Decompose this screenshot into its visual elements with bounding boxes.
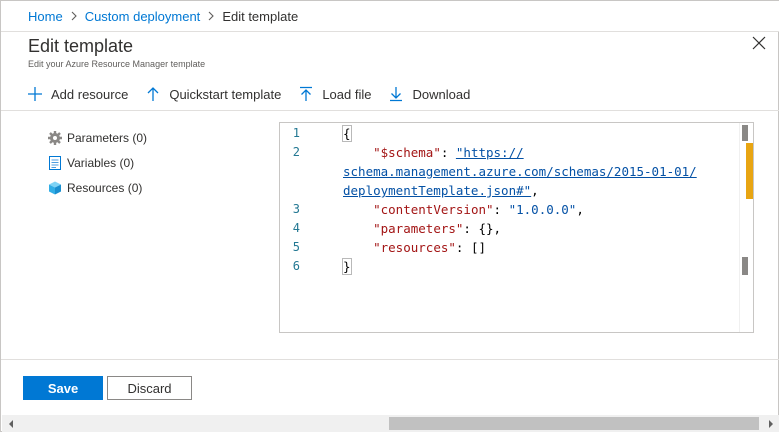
template-outline: Parameters (0) Variables (0) Resources (… — [47, 125, 147, 200]
edit-template-blade: Home Custom deployment Edit template Edi… — [0, 0, 779, 432]
close-button[interactable] — [748, 34, 770, 56]
content-version-key: "contentVersion" — [373, 202, 494, 217]
schema-key: "$schema" — [373, 145, 441, 160]
close-brace: } — [342, 258, 352, 275]
tree-item-parameters-label: Parameters (0) — [67, 130, 148, 145]
code-line-3: "contentVersion": "1.0.0.0", — [343, 202, 584, 217]
gear-icon — [47, 130, 63, 146]
arrow-up-icon — [145, 86, 161, 102]
code-line-6: } — [342, 258, 352, 275]
scrollbar-position-marker — [742, 125, 748, 141]
code-line-2-wrap-1: schema.management.azure.com/schemas/2015… — [343, 164, 697, 179]
code-line-1: { — [342, 125, 352, 142]
schema-url-part-2[interactable]: schema.management.azure.com/schemas/2015… — [343, 164, 697, 179]
colon: : — [493, 202, 509, 217]
tree-item-variables[interactable]: Variables (0) — [47, 150, 147, 175]
parameters-key: "parameters" — [373, 221, 464, 236]
schema-url-part-3[interactable]: deploymentTemplate.json#" — [343, 183, 531, 198]
close-icon — [752, 36, 766, 55]
chevron-right-icon — [70, 11, 78, 21]
comma: , — [531, 183, 539, 198]
plus-icon — [27, 86, 43, 102]
discard-button[interactable]: Discard — [107, 376, 192, 400]
line-number: 1 — [292, 126, 300, 140]
page-subtitle: Edit your Azure Resource Manager templat… — [28, 59, 206, 69]
editor-vertical-scrollbar[interactable] — [739, 123, 753, 332]
resources-value: [] — [470, 240, 487, 255]
scroll-left-arrow-icon[interactable] — [2, 415, 19, 432]
download-icon — [388, 86, 404, 102]
horizontal-scrollbar-thumb[interactable] — [389, 417, 759, 430]
footer-divider — [1, 359, 779, 360]
tree-item-resources-label: Resources (0) — [67, 180, 143, 195]
quickstart-template-button[interactable]: Quickstart template — [145, 86, 281, 102]
page-title: Edit template — [28, 36, 134, 56]
scrollbar-warning-marker — [746, 143, 753, 199]
add-resource-label: Add resource — [51, 86, 129, 102]
line-number: 6 — [292, 259, 300, 273]
tree-item-resources[interactable]: Resources (0) — [47, 175, 147, 200]
schema-url-part-1[interactable]: "https:// — [456, 145, 524, 160]
chevron-right-icon — [207, 11, 215, 21]
command-bar: Add resource Quickstart template Load fi… — [1, 78, 779, 111]
line-number: 4 — [292, 221, 300, 235]
breadcrumb-home-link[interactable]: Home — [28, 9, 63, 24]
upload-icon — [298, 86, 314, 102]
colon: : — [455, 240, 471, 255]
code-line-4: "parameters": {}, — [343, 221, 501, 236]
colon: : — [440, 145, 456, 160]
quickstart-template-label: Quickstart template — [169, 86, 282, 102]
download-button[interactable]: Download — [388, 86, 470, 102]
line-number: 5 — [292, 240, 300, 254]
template-code-editor[interactable]: 1 2 3 4 5 6 { "$schema": "https:// schem… — [279, 122, 754, 333]
comma: , — [493, 221, 502, 236]
content-version-value: "1.0.0.0" — [508, 202, 577, 217]
scroll-right-arrow-icon[interactable] — [762, 415, 779, 432]
colon: : — [463, 221, 479, 236]
add-resource-button[interactable]: Add resource — [27, 86, 128, 102]
line-number: 2 — [292, 145, 300, 159]
open-brace: { — [342, 125, 352, 142]
blade-header: Edit template Edit your Azure Resource M… — [1, 32, 779, 75]
scrollbar-cursor-marker — [742, 257, 748, 275]
code-line-2-wrap-2: deploymentTemplate.json#", — [343, 183, 539, 198]
breadcrumb-current: Edit template — [222, 8, 299, 24]
save-button[interactable]: Save — [23, 376, 103, 400]
comma: , — [576, 202, 584, 217]
code-line-2: "$schema": "https:// — [343, 145, 524, 160]
load-file-label: Load file — [322, 86, 372, 102]
cube-icon — [47, 180, 63, 196]
document-icon — [47, 155, 63, 171]
download-label: Download — [412, 86, 471, 102]
tree-item-variables-label: Variables (0) — [67, 155, 135, 170]
line-number: 3 — [292, 202, 300, 216]
line-number-gutter: 1 2 3 4 5 6 — [280, 123, 340, 332]
breadcrumb-custom-deployment-link[interactable]: Custom deployment — [85, 9, 201, 24]
horizontal-scrollbar[interactable] — [2, 415, 779, 432]
load-file-button[interactable]: Load file — [298, 86, 371, 102]
tree-item-parameters[interactable]: Parameters (0) — [47, 125, 147, 150]
breadcrumb: Home Custom deployment Edit template — [1, 1, 779, 32]
resources-key: "resources" — [373, 240, 456, 255]
code-line-5: "resources": [] — [343, 240, 486, 255]
parameters-value: {} — [478, 221, 494, 236]
